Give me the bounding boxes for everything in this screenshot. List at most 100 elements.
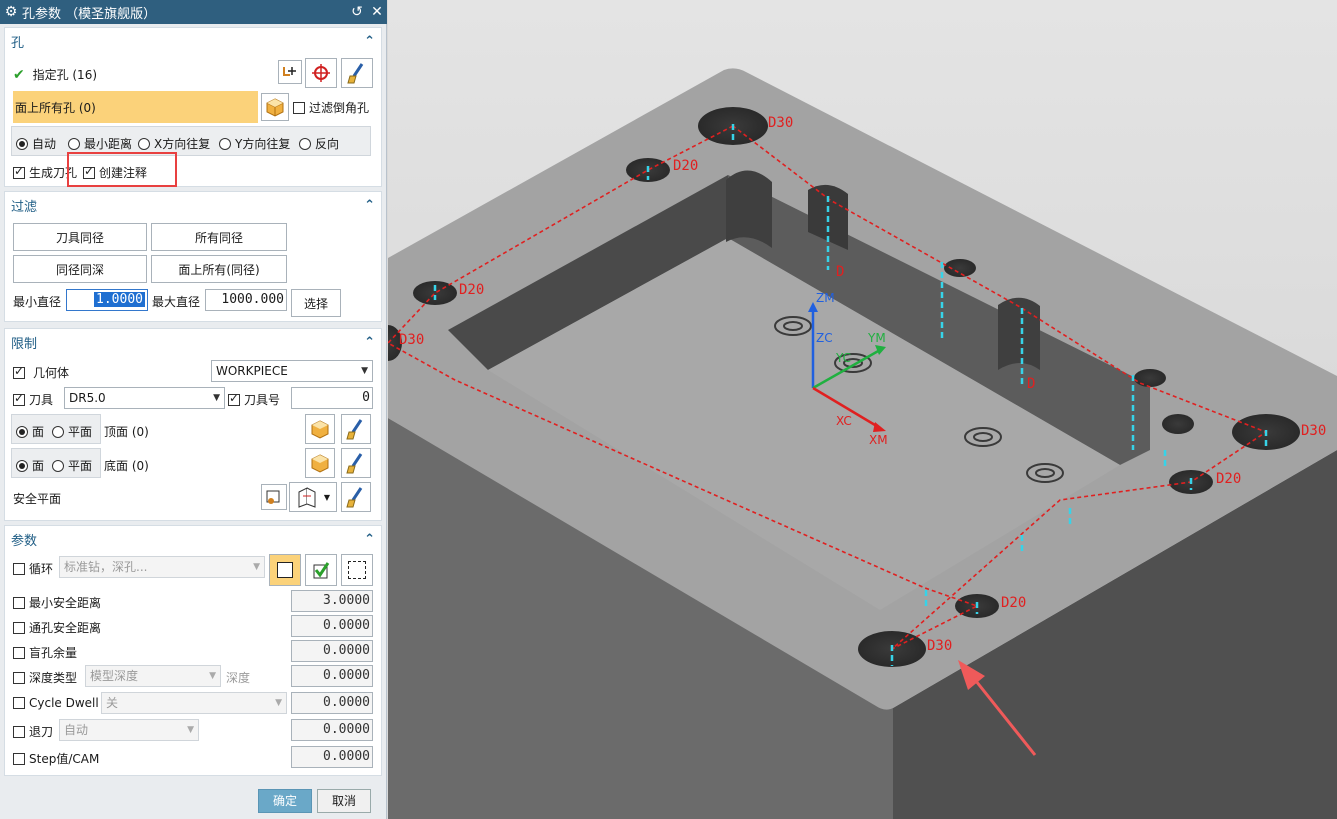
depth-input[interactable]: 0.0000 — [291, 665, 373, 687]
cycle-checkbox[interactable] — [13, 563, 25, 575]
depth-type-checkbox[interactable] — [13, 672, 25, 684]
cycle-edit-button[interactable] — [269, 554, 301, 586]
step-input[interactable]: 0.0000 — [291, 746, 373, 768]
depth-type-select[interactable]: 模型深度 ▼ — [85, 665, 221, 687]
tool-same-diameter-button[interactable]: 刀具同径 — [13, 223, 147, 251]
select-point-button[interactable] — [305, 58, 337, 88]
step-checkbox[interactable] — [13, 753, 25, 765]
cycle-select[interactable]: 标准钻，深孔... ▼ — [59, 556, 265, 578]
tool-number-input[interactable]: 0 — [291, 387, 373, 409]
bottom-face-clear-button[interactable] — [341, 448, 371, 478]
top-face-select-button[interactable] — [305, 414, 335, 444]
clear-selection-button[interactable] — [341, 58, 373, 88]
max-diameter-input[interactable]: 1000.000 — [205, 289, 287, 311]
hole-small-3[interactable] — [1162, 414, 1194, 434]
cycle-dwell-select[interactable]: 关 ▼ — [101, 692, 287, 714]
retract-input[interactable]: 0.0000 — [291, 719, 373, 741]
radio-plane[interactable] — [52, 426, 64, 438]
add-hole-button[interactable] — [278, 60, 302, 84]
cancel-button[interactable]: 取消 — [317, 789, 371, 813]
tool-row[interactable]: 刀具 — [13, 391, 53, 408]
hole-section-header[interactable]: 孔 ⌃ — [5, 28, 381, 54]
dropdown-arrow-icon: ▼ — [253, 562, 260, 572]
geometry-select[interactable]: WORKPIECE ▼ — [211, 360, 373, 382]
filter-chamfer-checkbox[interactable] — [293, 102, 305, 114]
blind-stock-checkbox[interactable] — [13, 647, 25, 659]
radio-face[interactable] — [16, 426, 28, 438]
collapse-chevron-icon[interactable]: ⌃ — [364, 198, 375, 213]
order-radio-x-zigzag[interactable]: X方向往复 — [138, 135, 210, 152]
geometry-checkbox[interactable] — [13, 364, 25, 379]
bottom-face-select-button[interactable] — [305, 448, 335, 478]
retract-checkbox[interactable] — [13, 726, 25, 738]
geometry-row[interactable]: 几何体 — [13, 364, 69, 381]
select-face-button[interactable] — [261, 93, 289, 121]
cycle-dwell-input[interactable]: 0.0000 — [291, 692, 373, 714]
gen-tool-checkbox[interactable] — [13, 164, 25, 179]
ok-button[interactable]: 确定 — [258, 789, 312, 813]
order-radio-auto[interactable]: 自动 — [16, 135, 56, 152]
top-face-radio-plane[interactable]: 平面 — [52, 423, 92, 440]
tool-checkbox[interactable] — [13, 391, 25, 406]
face-all-same-diameter-button[interactable]: 面上所有(同径) — [151, 255, 287, 283]
same-diameter-depth-button[interactable]: 同径同深 — [13, 255, 147, 283]
order-radio-y-zigzag[interactable]: Y方向往复 — [219, 135, 290, 152]
collapse-chevron-icon[interactable]: ⌃ — [364, 335, 375, 350]
filter-chamfer-row[interactable]: 过滤倒角孔 — [293, 99, 369, 116]
collapse-chevron-icon[interactable]: ⌃ — [364, 34, 375, 49]
limit-section-header[interactable]: 限制 ⌃ — [5, 329, 381, 355]
cycle-dashed-button[interactable] — [341, 554, 373, 586]
specify-hole-row[interactable]: ✔ 指定孔 (16) — [13, 66, 97, 83]
retract-select[interactable]: 自动 ▼ — [59, 719, 199, 741]
bottom-face-radio-face[interactable]: 面 — [16, 457, 44, 474]
tool-number-row[interactable]: 刀具号 — [228, 391, 280, 408]
radio-y-zigzag[interactable] — [219, 138, 231, 150]
radio-auto[interactable] — [16, 138, 28, 150]
through-safe-checkbox[interactable] — [13, 622, 25, 634]
hole-small-1[interactable] — [944, 259, 976, 277]
top-face-radio-face[interactable]: 面 — [16, 423, 44, 440]
through-safe-input[interactable]: 0.0000 — [291, 615, 373, 637]
top-face-clear-button[interactable] — [341, 414, 371, 444]
through-safe-row[interactable]: 通孔安全距离 — [13, 619, 101, 636]
blind-stock-row[interactable]: 盲孔余量 — [13, 644, 77, 661]
radio-x-zigzag[interactable] — [138, 138, 150, 150]
min-safe-input[interactable]: 3.0000 — [291, 590, 373, 612]
all-same-diameter-button[interactable]: 所有同径 — [151, 223, 287, 251]
cycle-confirm-button[interactable] — [305, 554, 337, 586]
axis-label-zm: ZM — [816, 291, 835, 305]
order-radio-reverse[interactable]: 反向 — [299, 135, 339, 152]
step-row[interactable]: Step值/CAM — [13, 750, 99, 767]
blind-stock-input[interactable]: 0.0000 — [291, 640, 373, 662]
hole-small-2[interactable] — [1134, 369, 1166, 387]
radio-face[interactable] — [16, 460, 28, 472]
radio-min-distance[interactable] — [68, 138, 80, 150]
min-safe-label: 最小安全距离 — [29, 596, 102, 610]
cycle-row[interactable]: 循环 — [13, 560, 53, 577]
bottom-face-radio-plane[interactable]: 平面 — [52, 457, 92, 474]
depth-type-row[interactable]: 深度类型 — [13, 669, 77, 686]
min-diameter-input[interactable]: 1.0000 — [66, 289, 148, 311]
safe-plane-specify-button[interactable] — [261, 484, 287, 510]
all-holes-on-face-row[interactable]: 面上所有孔 (0) — [13, 91, 258, 123]
params-section-header[interactable]: 参数 ⌃ — [5, 526, 381, 552]
collapse-chevron-icon[interactable]: ⌃ — [364, 532, 375, 547]
safe-plane-type-dropdown[interactable]: ▼ — [289, 482, 337, 512]
filter-section-header[interactable]: 过滤 ⌃ — [5, 192, 381, 218]
cycle-dwell-row[interactable]: Cycle Dwell — [13, 696, 99, 710]
model-view[interactable]: D30 D20 D D20 D30 D D30 D20 D20 D30 ZM Z… — [388, 0, 1337, 819]
reset-icon[interactable]: ↺ — [347, 4, 367, 20]
select-button[interactable]: 选择 — [291, 289, 341, 317]
order-radio-min-distance[interactable]: 最小距离 — [68, 135, 132, 152]
cycle-dwell-checkbox[interactable] — [13, 697, 25, 709]
radio-reverse[interactable] — [299, 138, 311, 150]
safe-plane-clear-button[interactable] — [341, 482, 371, 512]
radio-plane[interactable] — [52, 460, 64, 472]
min-safe-row[interactable]: 最小安全距离 — [13, 594, 101, 611]
graphics-viewport[interactable]: D30 D20 D D20 D30 D D30 D20 D20 D30 ZM Z… — [388, 0, 1337, 819]
retract-row[interactable]: 退刀 — [13, 723, 53, 740]
min-safe-checkbox[interactable] — [13, 597, 25, 609]
tool-number-checkbox[interactable] — [228, 391, 240, 406]
tool-select[interactable]: DR5.0 ▼ — [64, 387, 225, 409]
close-icon[interactable]: ✕ — [367, 4, 387, 20]
